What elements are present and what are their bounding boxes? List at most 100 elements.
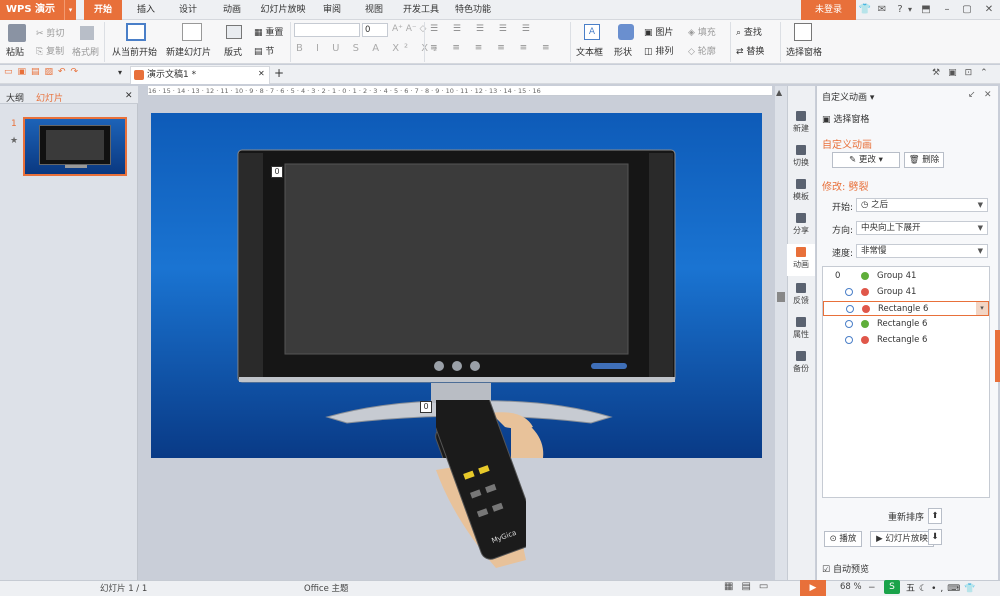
new-slide-icon[interactable] [182,23,202,41]
collapse-icon[interactable]: ↙ [968,90,976,100]
shirt-icon[interactable]: 👕 [858,3,872,17]
tab-review[interactable]: 审阅 [316,0,348,20]
textbox-button[interactable]: 文本框 [576,45,603,58]
chat-icon[interactable]: ✉ [875,3,889,17]
animation-tag[interactable]: 0 [271,166,283,178]
find-button[interactable]: ⌕ 查找 [736,25,762,38]
wps-menu-button[interactable]: WPS 演示 ▾ [0,0,76,20]
tab-special[interactable]: 特色功能 [450,0,496,20]
scroll-up-icon[interactable]: ▲ [776,88,782,97]
tab-slideshow[interactable]: 幻灯片放映 [258,0,308,20]
delete-button[interactable]: 🗑 删除 [904,152,944,168]
slideshow-button[interactable]: ▶ 幻灯片放映 [870,531,934,547]
fill-button[interactable]: ◈ 填充 [688,25,716,38]
outline-button[interactable]: ◇ 轮廓 [688,44,716,57]
tab-design[interactable]: 设计 [172,0,204,20]
toolbar-right-icons[interactable]: ⚒▣⊡⌃ [932,68,996,78]
zoom-out-icon[interactable]: − [868,583,876,593]
chevron-down-icon[interactable]: ▾ [118,68,122,77]
move-up-button[interactable]: ⬆ [928,508,942,524]
close-icon[interactable]: ✕ [125,91,133,101]
close-icon[interactable]: ✕ [982,3,996,17]
list-item[interactable]: 0 Group 41 [823,269,989,284]
start-dropdown[interactable]: ◷ 之后 ▼ [856,198,988,212]
chevron-down-icon[interactable]: ▾ [903,3,917,17]
maximize-icon[interactable]: ▢ [960,3,974,17]
autopreview-checkbox[interactable]: ☑ 自动预览 [822,562,869,575]
chevron-down-icon[interactable]: ▾ [976,302,988,315]
speed-dropdown[interactable]: 非常慢 ▼ [856,244,988,258]
tab-insert[interactable]: 插入 [130,0,162,20]
textbox-icon[interactable]: A [584,24,600,40]
login-button[interactable]: 未登录 [801,0,856,20]
sidebar-item-share[interactable]: 分享 [787,210,815,242]
reset-button[interactable]: ▦ 重置 [254,25,283,38]
align-buttons[interactable]: ≡ ≡ ≡ ≡ ≡ ≡ [430,43,556,53]
new-slide-button[interactable]: 新建幻灯片 [166,45,211,58]
direction-dropdown[interactable]: 中央向上下展开 ▼ [856,221,988,235]
font-name-input[interactable] [294,23,360,37]
tab-view[interactable]: 视图 [358,0,390,20]
sidebar-item-properties[interactable]: 属性 [787,314,815,346]
restore-layout-icon[interactable]: ⬒ [919,3,933,17]
sidebar-item-feedback[interactable]: 反馈 [787,280,815,312]
animation-tag[interactable]: 0 [420,401,432,413]
list-item[interactable]: Rectangle 6 [823,333,989,348]
new-tab-icon[interactable]: + [274,66,284,80]
arrange-button[interactable]: ◫ 排列 [644,44,673,57]
vertical-scrollbar[interactable] [775,86,787,580]
panel-edge-handle[interactable] [995,330,1000,382]
close-tab-icon[interactable]: ✕ [258,69,265,78]
minimize-icon[interactable]: – [940,3,954,17]
tab-home[interactable]: 开始 [84,0,122,20]
section-button[interactable]: ▤ 节 [254,44,274,57]
select-pane-link[interactable]: ▣ 选择窗格 [822,112,869,125]
document-tab[interactable]: 演示文稿1 * [130,66,270,84]
shape-icon[interactable] [618,24,634,40]
paste-button[interactable]: 粘贴 [6,45,24,58]
shape-button[interactable]: 形状 [614,45,632,58]
font-size-input[interactable]: 0 [362,23,388,37]
sidebar-item-switch[interactable]: 切换 [787,142,815,174]
replace-button[interactable]: ⇄ 替换 [736,44,764,57]
list-item[interactable]: Rectangle 6 [823,317,989,332]
paste-icon[interactable] [8,24,26,42]
move-down-button[interactable]: ⬇ [928,529,942,545]
tray-icons[interactable]: 五☾•,⌨👕 [906,581,979,594]
select-pane-icon[interactable] [794,23,812,41]
tab-developer[interactable]: 开发工具 [398,0,444,20]
chevron-down-icon[interactable]: ▾ [64,0,76,20]
tab-slides[interactable]: 幻灯片 [36,91,63,104]
quick-access-icons[interactable]: ▭▣▤▨↶↷ [4,67,83,77]
list-item[interactable]: Group 41 [823,285,989,300]
font-grow-shrink[interactable]: A⁺ A⁻ ◇ [392,24,426,34]
sidebar-item-animation[interactable]: 动画 [787,244,815,276]
list-buttons[interactable]: ☰ ☰ ☰ ☰ ☰ [430,24,536,34]
cut-button[interactable]: ✂ 剪切 [36,26,64,39]
scroll-thumb[interactable] [777,292,785,302]
tab-outline[interactable]: 大纲 [6,91,24,104]
play-button[interactable]: ⊙ 播放 [824,531,862,547]
sidebar-item-backup[interactable]: 备份 [787,348,815,380]
layout-icon[interactable] [226,25,242,39]
picture-button[interactable]: ▣ 图片 [644,25,673,38]
play-from-current-button[interactable]: 从当前开始 [112,45,157,58]
play-from-current-icon[interactable] [126,23,146,41]
format-painter-button[interactable]: 格式刷 [72,45,99,58]
layout-button[interactable]: 版式 [224,45,242,58]
select-pane-button[interactable]: 选择窗格 [786,45,822,58]
sidebar-item-new[interactable]: 新建 [787,108,815,140]
play-slideshow-button[interactable]: ▶ [800,580,826,596]
copy-button[interactable]: ⎘ 复制 [36,44,64,57]
view-buttons[interactable]: ▦▤▭ [724,581,776,592]
slide-thumbnail[interactable] [23,117,127,176]
sidebar-item-template[interactable]: 模板 [787,176,815,208]
panel-title[interactable]: 自定义动画 ▾ [822,90,874,103]
brush-icon[interactable] [80,26,94,40]
tab-animation[interactable]: 动画 [214,0,250,20]
close-icon[interactable]: ✕ [984,90,992,100]
input-method-icon[interactable]: S [884,580,900,594]
change-button[interactable]: ✎ 更改 ▾ [832,152,900,168]
list-item[interactable]: Rectangle 6 ▾ [823,301,989,316]
font-style-buttons[interactable]: B I U S A X² X₂ [296,43,442,54]
